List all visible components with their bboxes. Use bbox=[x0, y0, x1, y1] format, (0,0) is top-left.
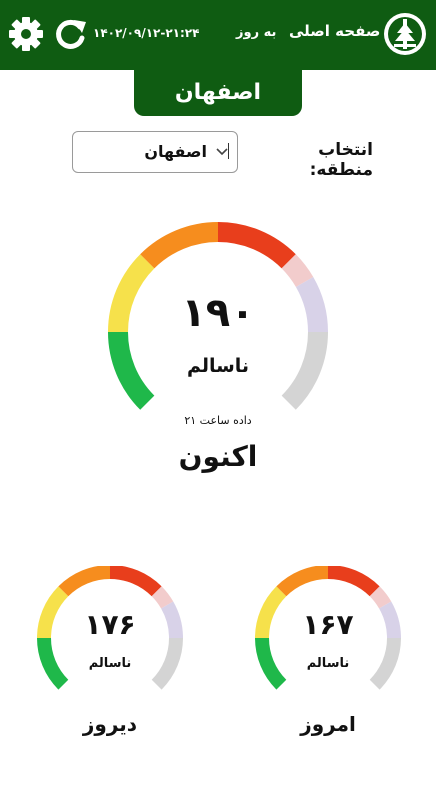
last-update-datetime: ۱۴۰۲/۰۹/۱۲-۲۱:۲۴ bbox=[93, 26, 200, 40]
now-gauge-segment bbox=[281, 254, 314, 288]
region-select[interactable]: اصفهان bbox=[72, 131, 238, 173]
today-gauge-segment bbox=[276, 566, 329, 597]
yesterday-aqi-value: ۱۷۶ bbox=[84, 608, 136, 641]
refresh-icon[interactable] bbox=[50, 14, 90, 54]
environment-logo bbox=[384, 13, 426, 55]
data-hour-note: داده ساعت ۲۱ bbox=[184, 414, 252, 427]
home-link[interactable]: صفحه اصلی bbox=[289, 22, 380, 40]
now-label: اکنون bbox=[178, 440, 258, 473]
now-aqi-value: ۱۹۰ bbox=[181, 290, 255, 336]
today-aqi-value: ۱۶۷ bbox=[302, 608, 354, 641]
region-label: انتخاب منطقه: bbox=[309, 140, 373, 180]
chevron-down-icon bbox=[216, 143, 229, 159]
today-gauge-segment bbox=[327, 566, 380, 597]
today-aqi-status: ناسالم bbox=[306, 656, 350, 671]
now-gauge-segment bbox=[140, 222, 219, 269]
yesterday-aqi-status: ناسالم bbox=[88, 656, 132, 671]
region-selected-value: اصفهان bbox=[144, 142, 207, 161]
city-tab[interactable]: اصفهان bbox=[134, 70, 302, 116]
today-label: امروز bbox=[300, 712, 356, 736]
yesterday-gauge-segment bbox=[58, 566, 111, 597]
now-gauge-segment bbox=[217, 222, 296, 269]
update-button[interactable]: به روز bbox=[236, 25, 276, 40]
app-header: ۱۴۰۲/۰۹/۱۲-۲۱:۲۴ به روز صفحه اصلی bbox=[0, 0, 436, 70]
yesterday-gauge-segment bbox=[151, 586, 174, 609]
yesterday-label: دیروز bbox=[82, 712, 138, 736]
today-gauge-segment bbox=[369, 586, 392, 609]
gear-icon[interactable] bbox=[6, 14, 46, 54]
yesterday-gauge-segment bbox=[109, 566, 162, 597]
now-aqi-status: ناسالم bbox=[186, 355, 250, 377]
